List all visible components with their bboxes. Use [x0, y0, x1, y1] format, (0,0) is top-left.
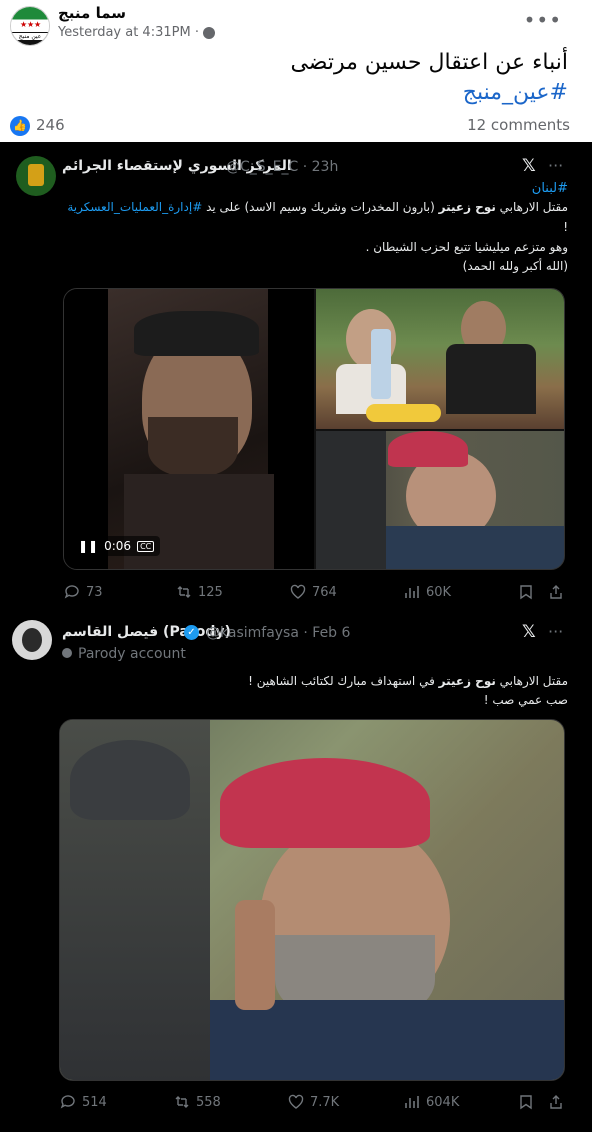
heart-icon: [288, 1094, 304, 1109]
share-button[interactable]: [548, 584, 564, 600]
tweet1-handle[interactable]: @C_S_E_C · 23h: [226, 159, 338, 175]
reply-button[interactable]: 73: [64, 584, 103, 600]
tweet2-photo[interactable]: [59, 719, 565, 1081]
share-icon: [550, 1095, 562, 1109]
reply-icon: [60, 1095, 75, 1109]
tweet2-line2: صب عمي صب !: [483, 693, 568, 707]
tweet1-hashtag-ops[interactable]: #إدارة_العمليات_العسكرية: [67, 200, 202, 214]
photo-red-cap: [388, 431, 468, 467]
photo-soldier-cap: [70, 740, 190, 820]
heart-icon: [290, 584, 306, 599]
captions-icon[interactable]: CC: [137, 540, 155, 552]
share-button[interactable]: [548, 1094, 564, 1110]
bookmark-icon: [520, 585, 532, 600]
x-logo-icon: 𝕏: [522, 156, 536, 176]
photo-jacket: [386, 526, 564, 569]
post-hashtag[interactable]: #عين_منبج: [463, 80, 568, 105]
reply-count: 73: [86, 584, 103, 600]
parody-text: Parody account: [78, 646, 186, 662]
tweet1-text-b: (بارون المخدرات وشريك وسيم الاسد) على يد: [202, 200, 439, 214]
reply-button[interactable]: 514: [60, 1094, 107, 1110]
verified-badge-icon: ✓: [184, 625, 199, 640]
tweet1-line2: مقتل الارهابي نوح زعيتر (بارون المخدرات …: [67, 200, 568, 214]
like-thumb-icon[interactable]: 👍: [10, 116, 30, 136]
photo-bananas: [366, 404, 441, 422]
tweet1-actions: 73 125 764 60K: [0, 584, 592, 608]
tweet1-hashtag[interactable]: #لبنان: [532, 181, 568, 196]
tweet1-line5: (الله أكبر ولله الحمد): [462, 259, 568, 273]
repost-button[interactable]: 558: [174, 1094, 221, 1110]
tweet2-text-a: مقتل الارهابي: [495, 674, 568, 688]
photo-group-table[interactable]: [316, 289, 564, 429]
tweet2-handle[interactable]: @kasimfaysa · Feb 6: [206, 625, 350, 641]
repost-icon: [177, 586, 191, 598]
tweet1-media[interactable]: ❚❚ 0:06 CC: [63, 288, 565, 570]
repost-button[interactable]: 125: [176, 584, 223, 600]
repost-count: 125: [198, 584, 223, 600]
tweet1-more-icon[interactable]: ···: [548, 156, 563, 175]
photo-soldier: [316, 431, 386, 569]
photo-black-shirt: [446, 344, 536, 414]
video-player[interactable]: ❚❚ 0:06 CC: [64, 289, 314, 569]
tweet1-avatar[interactable]: [16, 156, 56, 196]
tweet1-bold-name: نوح زعيتر: [438, 200, 496, 214]
page-name[interactable]: سما منبج: [58, 4, 126, 22]
views-chart-icon: [405, 1096, 419, 1108]
mask-icon: [62, 648, 72, 658]
video-timestamp: 0:06: [104, 539, 132, 553]
like-count: 764: [312, 584, 337, 600]
post-text: أنباء عن اعتقال حسين مرتضى: [290, 50, 568, 75]
tweet1-line3: !: [563, 220, 568, 234]
video-cap: [134, 311, 259, 356]
bookmark-button[interactable]: [518, 1094, 534, 1110]
photo-main-jacket: [210, 1000, 564, 1080]
view-count: 60K: [426, 584, 452, 600]
bookmark-icon: [520, 1095, 532, 1110]
post-stats: 👍 246 12 comments: [0, 112, 592, 140]
photo-water-bottle: [371, 329, 391, 399]
page-avatar[interactable]: ★ ★ ★ عين منبج: [10, 6, 50, 46]
logo-emblem-icon: [28, 164, 44, 186]
tweet2-line1: مقتل الارهابي نوح زعيتر في استهداف مبارك…: [248, 674, 568, 688]
reply-icon: [64, 585, 79, 599]
reply-count: 514: [82, 1094, 107, 1110]
like-count[interactable]: 246: [36, 116, 65, 134]
parody-label: Parody account: [62, 646, 186, 662]
share-icon: [550, 585, 562, 599]
post-header: ★ ★ ★ عين منبج سما منبج Yesterday at 4:3…: [0, 0, 592, 50]
star-icon: ★: [34, 20, 42, 29]
avatar-label: عين منبج: [11, 33, 49, 40]
tweet2-text-b: في استهداف مبارك لكتائب الشاهين !: [248, 674, 439, 688]
globe-icon: [203, 26, 216, 39]
like-count: 7.7K: [310, 1094, 340, 1110]
photo-main-red-cap: [220, 758, 430, 848]
views-chart-icon: [405, 586, 419, 598]
like-button[interactable]: 7.7K: [288, 1094, 339, 1110]
repost-icon: [175, 1096, 189, 1108]
views-button[interactable]: 604K: [404, 1094, 459, 1110]
tweet1-text-a: مقتل الارهابي: [495, 200, 568, 214]
more-options-icon[interactable]: •••: [524, 8, 562, 32]
post-time[interactable]: Yesterday at 4:31PM ·: [58, 25, 216, 40]
tweet2-more-icon[interactable]: ···: [548, 622, 563, 641]
embedded-tweets-image: المركز السوري لإستقصاء الجرائم @C_S_E_C …: [0, 142, 592, 1132]
tweet1-line4: وهو متزعم ميليشيا تتبع لحزب الشيطان .: [365, 240, 568, 254]
view-count: 604K: [426, 1094, 460, 1110]
video-beard: [148, 417, 238, 477]
photo-phone-call[interactable]: [316, 431, 564, 569]
tweet2-bold-name: نوح زعيتر: [438, 674, 496, 688]
repost-count: 558: [196, 1094, 221, 1110]
pause-icon[interactable]: ❚❚: [78, 539, 98, 553]
x-logo-icon: 𝕏: [522, 622, 536, 642]
tweet2-actions: 514 558 7.7K 604K: [0, 1094, 592, 1118]
like-button[interactable]: 764: [290, 584, 337, 600]
tweet2-avatar[interactable]: [12, 620, 52, 660]
post-time-text: Yesterday at 4:31PM ·: [58, 25, 204, 40]
views-button[interactable]: 60K: [404, 584, 451, 600]
video-controls[interactable]: ❚❚ 0:06 CC: [72, 536, 161, 556]
comments-count[interactable]: 12 comments: [467, 116, 570, 134]
bookmark-button[interactable]: [518, 584, 534, 600]
photo-hand-phone: [235, 900, 275, 1010]
avatar-portrait: [22, 628, 42, 652]
